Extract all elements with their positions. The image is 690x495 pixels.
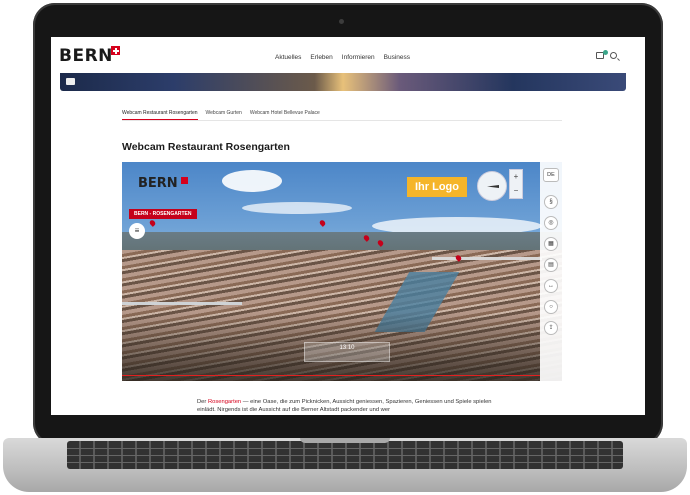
laptop-notch: [300, 438, 390, 443]
bridge: [432, 257, 542, 260]
compass-icon[interactable]: [477, 171, 507, 201]
nav-item-aktuelles[interactable]: Aktuelles: [275, 54, 301, 61]
desc-prefix: Der: [197, 399, 208, 405]
browser-screen: BERN Aktuelles Erleben Informieren Busin…: [51, 37, 645, 415]
main-nav: Aktuelles Erleben Informieren Business: [275, 54, 410, 61]
map-icon[interactable]: ▦: [544, 237, 558, 251]
nav-item-erleben[interactable]: Erleben: [310, 54, 332, 61]
time-value: 13:10: [339, 345, 355, 351]
keyboard-row: [67, 448, 623, 449]
page-title: Webcam Restaurant Rosengarten: [122, 141, 290, 153]
calendar-icon[interactable]: ▤: [544, 258, 558, 272]
compass-needle: [487, 185, 499, 188]
pan-icon[interactable]: ↔: [544, 279, 558, 293]
share-icon[interactable]: ⇪: [544, 321, 558, 335]
location-label: BERN - ROSENGARTEN: [129, 209, 197, 219]
cloud: [222, 170, 282, 192]
tab-bellevue[interactable]: Webcam Hotel Bellevue Palace: [250, 110, 320, 120]
laptop-mockup: BERN Aktuelles Erleben Informieren Busin…: [0, 0, 690, 495]
search-icon[interactable]: [610, 52, 617, 59]
map-pin-icon[interactable]: [318, 219, 327, 227]
swiss-cross-icon: [111, 46, 120, 55]
site-header: BERN Aktuelles Erleben Informieren Busin…: [51, 37, 645, 73]
webcam-panorama[interactable]: BERN BERN - ROSENGARTEN ≡ Ihr Logo + − 1…: [122, 162, 562, 381]
tab-divider: [122, 120, 562, 121]
timeline-bar[interactable]: [122, 375, 540, 376]
cart-badge: [603, 50, 608, 55]
bridge: [122, 302, 242, 305]
keyboard-row: [67, 455, 623, 456]
language-button[interactable]: DE: [543, 168, 559, 182]
settings-icon[interactable]: ◎: [544, 216, 558, 230]
laptop-camera: [339, 19, 344, 24]
menu-icon[interactable]: ≡: [129, 223, 145, 239]
keyboard-row: [67, 462, 623, 463]
site-logo[interactable]: BERN: [59, 46, 113, 66]
desc-body: — eine Oase, die zum Picknicken, Aussich…: [197, 399, 492, 413]
rosengarten-link[interactable]: Rosengarten: [208, 399, 241, 405]
nav-item-business[interactable]: Business: [384, 54, 410, 61]
weather-icon[interactable]: §: [544, 195, 558, 209]
zoom-out-button[interactable]: −: [510, 184, 522, 198]
cart-icon[interactable]: [596, 50, 608, 59]
hero-banner: [60, 73, 626, 91]
ad-logo-placeholder: Ihr Logo: [407, 177, 467, 197]
webcam-logo: BERN: [138, 176, 178, 191]
nav-item-informieren[interactable]: Informieren: [342, 54, 375, 61]
camera-icon[interactable]: [66, 78, 75, 85]
timestamp-display[interactable]: 13:10: [304, 342, 390, 362]
header-icons: [596, 50, 617, 59]
zoom-control: + −: [509, 169, 523, 199]
swiss-cross-icon: [181, 177, 188, 184]
zoom-in-button[interactable]: +: [510, 170, 522, 184]
tab-rosengarten[interactable]: Webcam Restaurant Rosengarten: [122, 110, 198, 120]
description-text: Der Rosengarten — eine Oase, die zum Pic…: [197, 398, 497, 414]
webcam-tabs: Webcam Restaurant Rosengarten Webcam Gur…: [122, 110, 320, 120]
map-pin-icon[interactable]: [148, 219, 157, 227]
webcam-toolbar: DE § ◎ ▦ ▤ ↔ ○ ⇪: [540, 162, 562, 381]
info-icon[interactable]: ○: [544, 300, 558, 314]
tab-gurten[interactable]: Webcam Gurten: [206, 110, 242, 120]
cloud: [242, 202, 352, 214]
